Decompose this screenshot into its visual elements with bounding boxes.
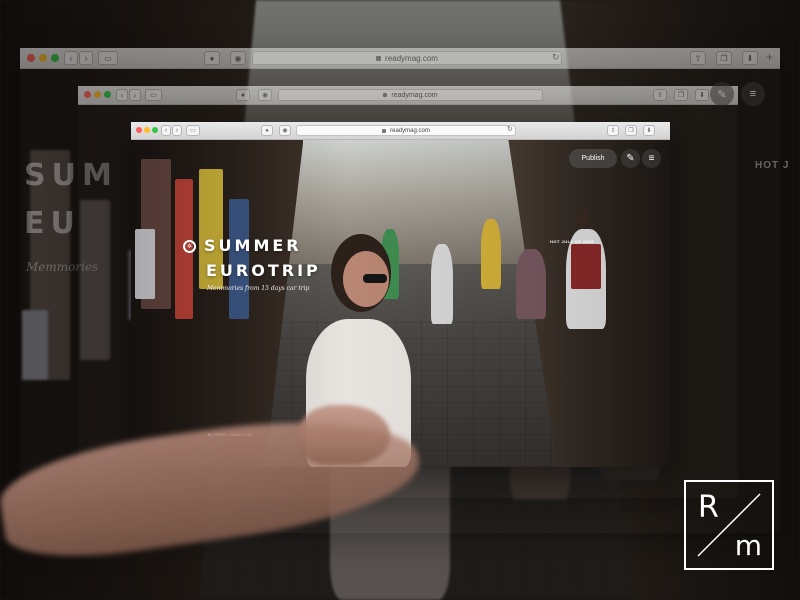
pinterest-icon[interactable]: ● — [236, 89, 250, 101]
toolbar: ‹ › ▭ ● ◉ readymag.com ↻ ⇧ ❐ ⬇ + — [20, 48, 780, 69]
date-tag: HOT JULY OF 2015 — [550, 239, 595, 244]
address-bar[interactable]: readymag.com — [278, 89, 543, 101]
page-title-line2: EUROTRIP — [206, 261, 321, 280]
close-button[interactable] — [136, 127, 142, 133]
minimize-button[interactable] — [94, 91, 101, 98]
toolbar: ‹ › ▭ ● ◉ readymag.com ↻ ⇧ ❐ ⬇ — [131, 122, 670, 140]
back-arrow-icon[interactable]: ‹ — [64, 51, 78, 65]
download-icon[interactable]: ⬇ — [695, 89, 709, 101]
reload-icon[interactable]: ↻ — [552, 52, 560, 63]
lock-icon — [382, 128, 387, 133]
page-title-line1: SUMMER — [204, 236, 302, 255]
add-tab-icon[interactable]: + — [766, 50, 773, 64]
back-arrow-icon[interactable]: ‹ — [161, 125, 171, 136]
download-icon[interactable]: ⬇ — [742, 51, 758, 65]
share-icon[interactable]: ⇧ — [690, 51, 706, 65]
menu-icon[interactable]: ≡ — [642, 149, 661, 168]
foreground-fingers — [300, 405, 390, 465]
zoom-button[interactable] — [152, 127, 158, 133]
pencil-icon[interactable]: ✎ — [710, 82, 734, 106]
extension-icon[interactable]: ◉ — [258, 89, 272, 101]
toolbar: ‹ › ▭ ● ◉ readymag.com ⇧ ❐ ⬇ — [78, 86, 738, 105]
sidebar-icon[interactable]: ▭ — [98, 51, 118, 65]
share-icon[interactable]: ⇧ — [607, 125, 619, 136]
sidebar-icon[interactable]: ▭ — [145, 89, 162, 101]
tabs-icon[interactable]: ❐ — [625, 125, 637, 136]
menu-icon[interactable]: ≡ — [741, 82, 765, 106]
logo-letter-m: m — [734, 529, 762, 562]
reload-icon[interactable]: ↻ — [507, 125, 513, 133]
address-bar[interactable]: readymag.com — [296, 125, 516, 136]
zoom-button[interactable] — [104, 91, 111, 98]
aperture-icon: ✲ — [183, 240, 196, 253]
url-text: readymag.com — [390, 127, 430, 134]
url-text: readymag.com — [391, 91, 438, 99]
url-text: readymag.com — [385, 53, 438, 63]
share-icon[interactable]: ⇧ — [653, 89, 667, 101]
close-button[interactable] — [84, 91, 91, 98]
pinterest-icon[interactable]: ● — [204, 51, 220, 65]
pencil-icon[interactable]: ✎ — [621, 149, 640, 168]
back-arrow-icon[interactable]: ‹ — [116, 89, 128, 101]
logo-letter-r: R — [698, 490, 719, 525]
publish-button[interactable]: Publish — [569, 149, 617, 168]
download-icon[interactable]: ⬇ — [643, 125, 655, 136]
tabs-icon[interactable]: ❐ — [716, 51, 732, 65]
minimize-button[interactable] — [39, 54, 47, 62]
page-subtitle: Memmories from 15 days car trip — [207, 285, 310, 292]
forward-arrow-icon[interactable]: › — [172, 125, 182, 136]
forward-arrow-icon[interactable]: › — [79, 51, 93, 65]
lock-icon — [376, 55, 382, 61]
publish-label: Publish — [581, 155, 605, 162]
tabs-icon[interactable]: ❐ — [674, 89, 688, 101]
pinterest-icon[interactable]: ● — [261, 125, 273, 136]
sidebar-icon[interactable]: ▭ — [186, 125, 200, 136]
minimize-button[interactable] — [144, 127, 150, 133]
forward-arrow-icon[interactable]: › — [129, 89, 141, 101]
extension-icon[interactable]: ◉ — [279, 125, 291, 136]
zoom-button[interactable] — [51, 54, 59, 62]
lock-icon — [383, 93, 388, 97]
close-button[interactable] — [27, 54, 35, 62]
page-hero-photo: ✲ SUMMER EUROTRIP Memmories from 15 days… — [131, 139, 670, 467]
readymag-logo: R m — [684, 480, 774, 570]
extension-icon[interactable]: ◉ — [230, 51, 246, 65]
browser-window-front: ✲ SUMMER EUROTRIP Memmories from 15 days… — [131, 122, 670, 467]
address-bar[interactable]: readymag.com — [252, 51, 562, 65]
